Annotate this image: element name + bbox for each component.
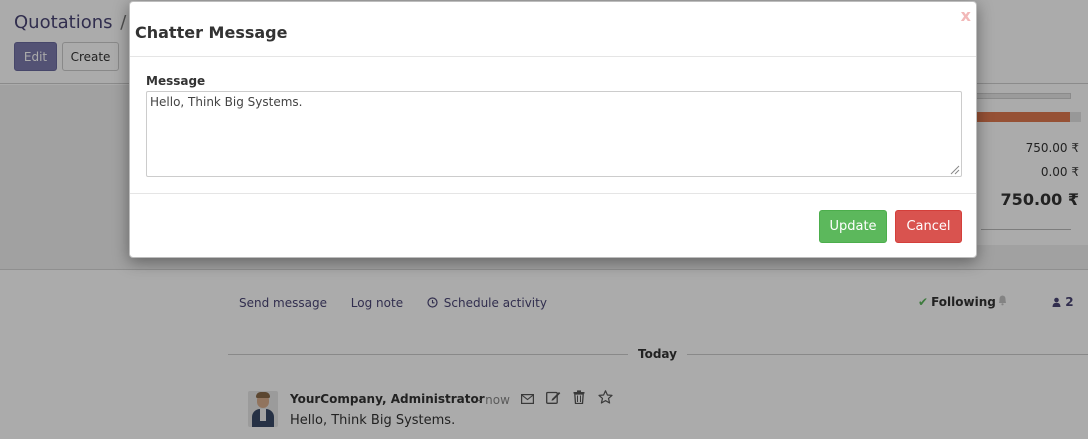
resize-handle-icon[interactable] [948,163,960,175]
modal-title: Chatter Message [135,23,288,42]
update-button[interactable]: Update [819,210,887,243]
modal-footer-divider [130,193,976,194]
modal-header: Chatter Message x [130,2,976,57]
message-textarea[interactable]: Hello, Think Big Systems. [146,91,962,177]
message-field-label: Message [146,74,206,88]
cancel-button[interactable]: Cancel [895,210,962,243]
chatter-message-dialog: Chatter Message x Message Hello, Think B… [129,1,977,258]
close-icon[interactable]: x [961,6,971,25]
